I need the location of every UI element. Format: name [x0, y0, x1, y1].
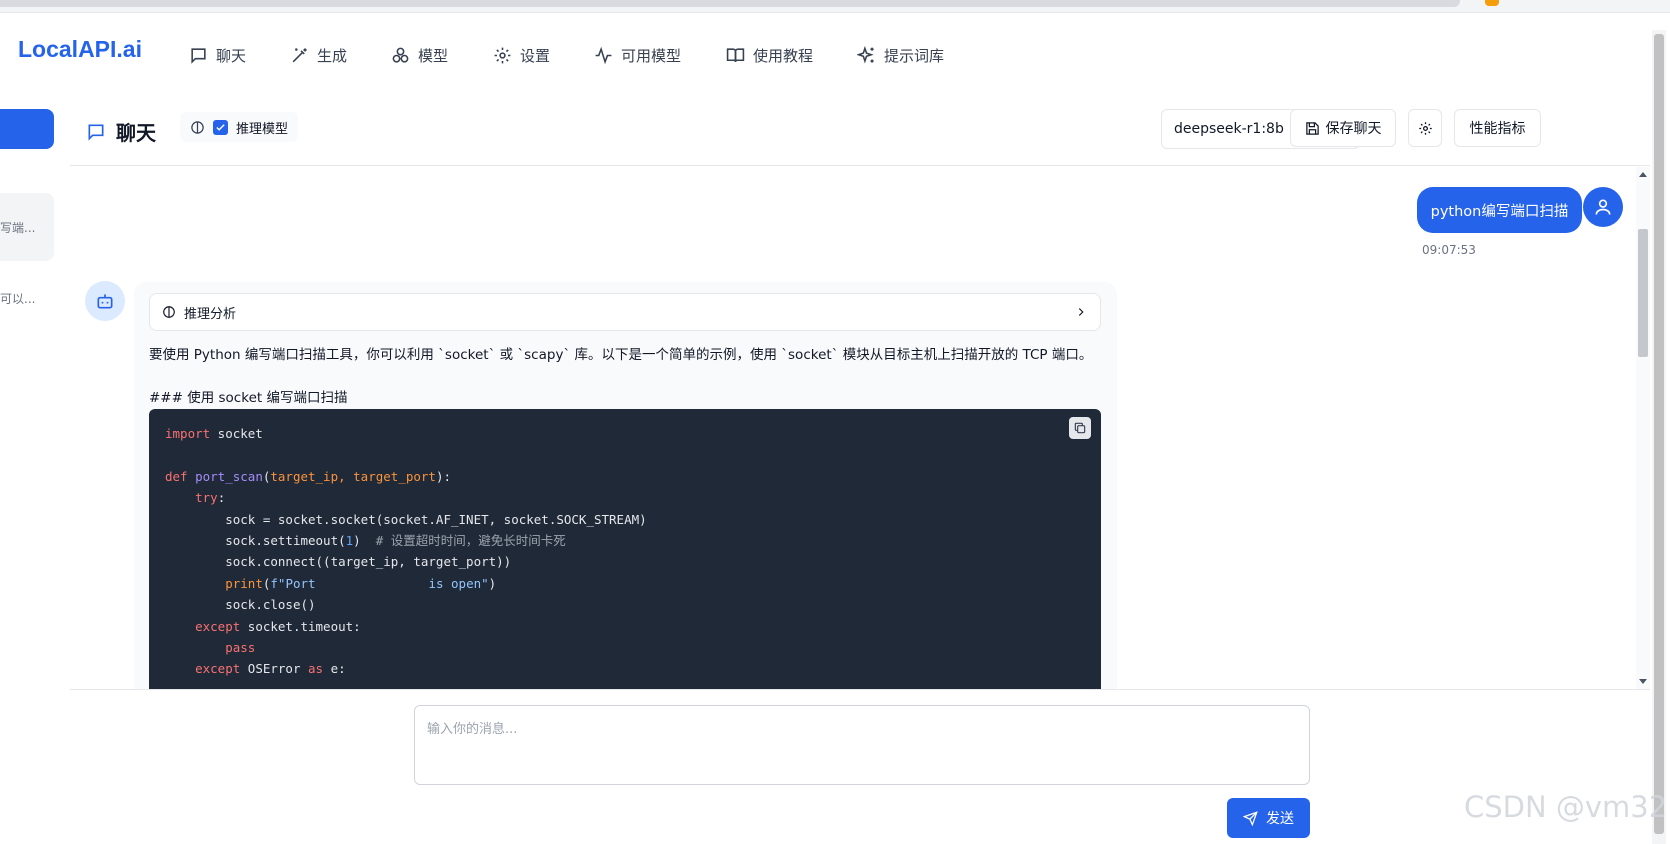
nav-item-label: 模型 [418, 46, 449, 65]
brain-icon [191, 120, 204, 134]
send-icon [1243, 810, 1258, 826]
check-icon [216, 123, 225, 131]
message-timestamp: 09:07:53 [1422, 243, 1476, 257]
user-avatar [1583, 187, 1623, 227]
assistant-avatar [85, 281, 125, 321]
brain-icon [163, 306, 175, 318]
composer: 发送 [70, 689, 1650, 844]
reasoning-analysis-label: 推理分析 [184, 306, 237, 322]
top-navbar: LocalAPI.ai 聊天 生成 模型 设置 可用模型 使用教程 提示词库 [0, 14, 1650, 92]
code-number: 1 [345, 533, 354, 549]
save-chat-button[interactable]: 保存聊天 [1290, 109, 1396, 147]
code-keyword: import [165, 426, 211, 441]
code-text: sock = socket.socket(socket.AF_INET, soc… [225, 511, 647, 527]
code-keyword: try [195, 490, 218, 506]
code-keyword: except [195, 661, 241, 677]
chat-icon [191, 47, 206, 64]
message-input[interactable] [414, 705, 1310, 785]
chat-title: 聊天 [86, 117, 156, 146]
code-function: port_scan [195, 468, 263, 484]
send-label: 发送 [1266, 811, 1294, 827]
chat-icon [88, 124, 104, 141]
code-keyword: pass [225, 640, 256, 656]
assistant-intro-text: 要使用 Python 编写端口扫描工具，你可以利用 `socket` 或 `sc… [149, 347, 1093, 363]
message-list: python编写端口扫描 09:07:53 推理分析 要使用 Python 编写… [70, 167, 1636, 689]
messages-scrollbar[interactable] [1636, 167, 1650, 689]
scroll-up-arrow-icon[interactable] [1639, 172, 1647, 177]
sparkles-icon [857, 45, 874, 64]
code-text: e: [330, 661, 346, 677]
reasoning-model-toggle[interactable]: 推理模型 [180, 112, 299, 142]
assistant-heading: ### 使用 socket 编写端口扫描 [149, 390, 348, 406]
csdn-watermark: CSDN @vm32 [1464, 790, 1668, 824]
nav-item-label: 生成 [317, 46, 348, 65]
nav-item-generate[interactable]: 生成 [290, 42, 347, 68]
chat-header: 聊天 推理模型 deepseek-r1:8b 保存聊天 性能指标 [70, 100, 1650, 166]
code-params: target_ip, target_port [270, 468, 436, 484]
save-chat-label: 保存聊天 [1325, 121, 1382, 137]
nav-item-chat[interactable]: 聊天 [189, 42, 246, 68]
magic-wand-icon [292, 47, 307, 62]
save-icon [1305, 121, 1319, 135]
chevron-right-icon [1078, 308, 1084, 316]
nav-item-label: 设置 [520, 46, 551, 65]
activity-icon [595, 46, 612, 64]
user-message-bubble: python编写端口扫描 [1417, 187, 1582, 233]
nav-item-label: 聊天 [216, 46, 247, 65]
browser-badge [1485, 0, 1499, 6]
window-scrollbar[interactable] [1652, 30, 1666, 844]
browser-scroll-indicator [0, 0, 1460, 7]
browser-top-strip [0, 0, 1670, 13]
nav-item-tutorial[interactable]: 使用教程 [726, 42, 813, 68]
user-icon [1595, 199, 1611, 215]
code-builtin: print [225, 575, 263, 591]
nav-item-label: 可用模型 [621, 46, 682, 65]
code-string: f"Port [270, 575, 316, 591]
model-select-value: deepseek-r1:8b [1174, 121, 1284, 137]
book-icon [726, 47, 745, 62]
app-logo[interactable]: LocalAPI.ai [18, 36, 142, 63]
nav-item-prompt-library[interactable]: 提示词库 [857, 42, 944, 68]
gear-icon [1418, 121, 1432, 135]
new-chat-button[interactable] [0, 109, 54, 149]
send-button[interactable]: 发送 [1227, 798, 1310, 838]
code-text: OSError [247, 661, 301, 677]
sidebar-item-label[interactable]: 可以... [0, 290, 35, 307]
reasoning-label: 推理模型 [236, 121, 289, 137]
code-content: import socket def port_scan(target_ip, t… [165, 426, 647, 677]
code-text: sock.close() [225, 597, 316, 613]
code-text: sock.connect((target_ip, target_port)) [225, 554, 512, 570]
scroll-down-arrow-icon[interactable] [1639, 679, 1647, 684]
performance-metrics-label: 性能指标 [1469, 121, 1526, 137]
performance-metrics-button[interactable]: 性能指标 [1454, 109, 1541, 147]
scroll-thumb[interactable] [1638, 229, 1648, 357]
nav-item-models[interactable]: 模型 [391, 42, 448, 68]
code-block: import socket def port_scan(target_ip, t… [149, 409, 1101, 689]
nav-item-label: 使用教程 [753, 46, 814, 65]
gear-icon [494, 47, 511, 63]
reasoning-analysis-toggle[interactable]: 推理分析 [149, 293, 1101, 331]
copy-icon [1074, 422, 1086, 434]
code-keyword: as [308, 661, 324, 677]
reasoning-checkbox[interactable] [213, 119, 228, 135]
boxes-icon [392, 47, 409, 63]
assistant-message: 推理分析 要使用 Python 编写端口扫描工具，你可以利用 `socket` … [134, 282, 1117, 689]
nav-item-label: 提示词库 [884, 46, 945, 65]
chat-settings-button[interactable] [1408, 109, 1442, 147]
code-keyword: def [165, 468, 188, 484]
nav-item-available-models[interactable]: 可用模型 [594, 42, 681, 68]
code-string: is open" [428, 575, 489, 591]
window-scroll-thumb[interactable] [1654, 34, 1664, 834]
copy-code-button[interactable] [1069, 417, 1091, 439]
code-keyword: except [195, 618, 241, 634]
code-text: socket.timeout: [247, 618, 361, 634]
user-message-text: python编写端口扫描 [1430, 203, 1569, 220]
code-comment: # 设置超时时间，避免长时间卡死 [375, 533, 566, 549]
sidebar-item-label[interactable]: 写端... [0, 219, 35, 236]
chat-title-text: 聊天 [116, 121, 156, 145]
code-text: socket [210, 426, 263, 441]
nav-item-settings[interactable]: 设置 [493, 42, 550, 68]
bot-icon [97, 294, 113, 309]
code-text: sock.settimeout( [225, 533, 346, 549]
